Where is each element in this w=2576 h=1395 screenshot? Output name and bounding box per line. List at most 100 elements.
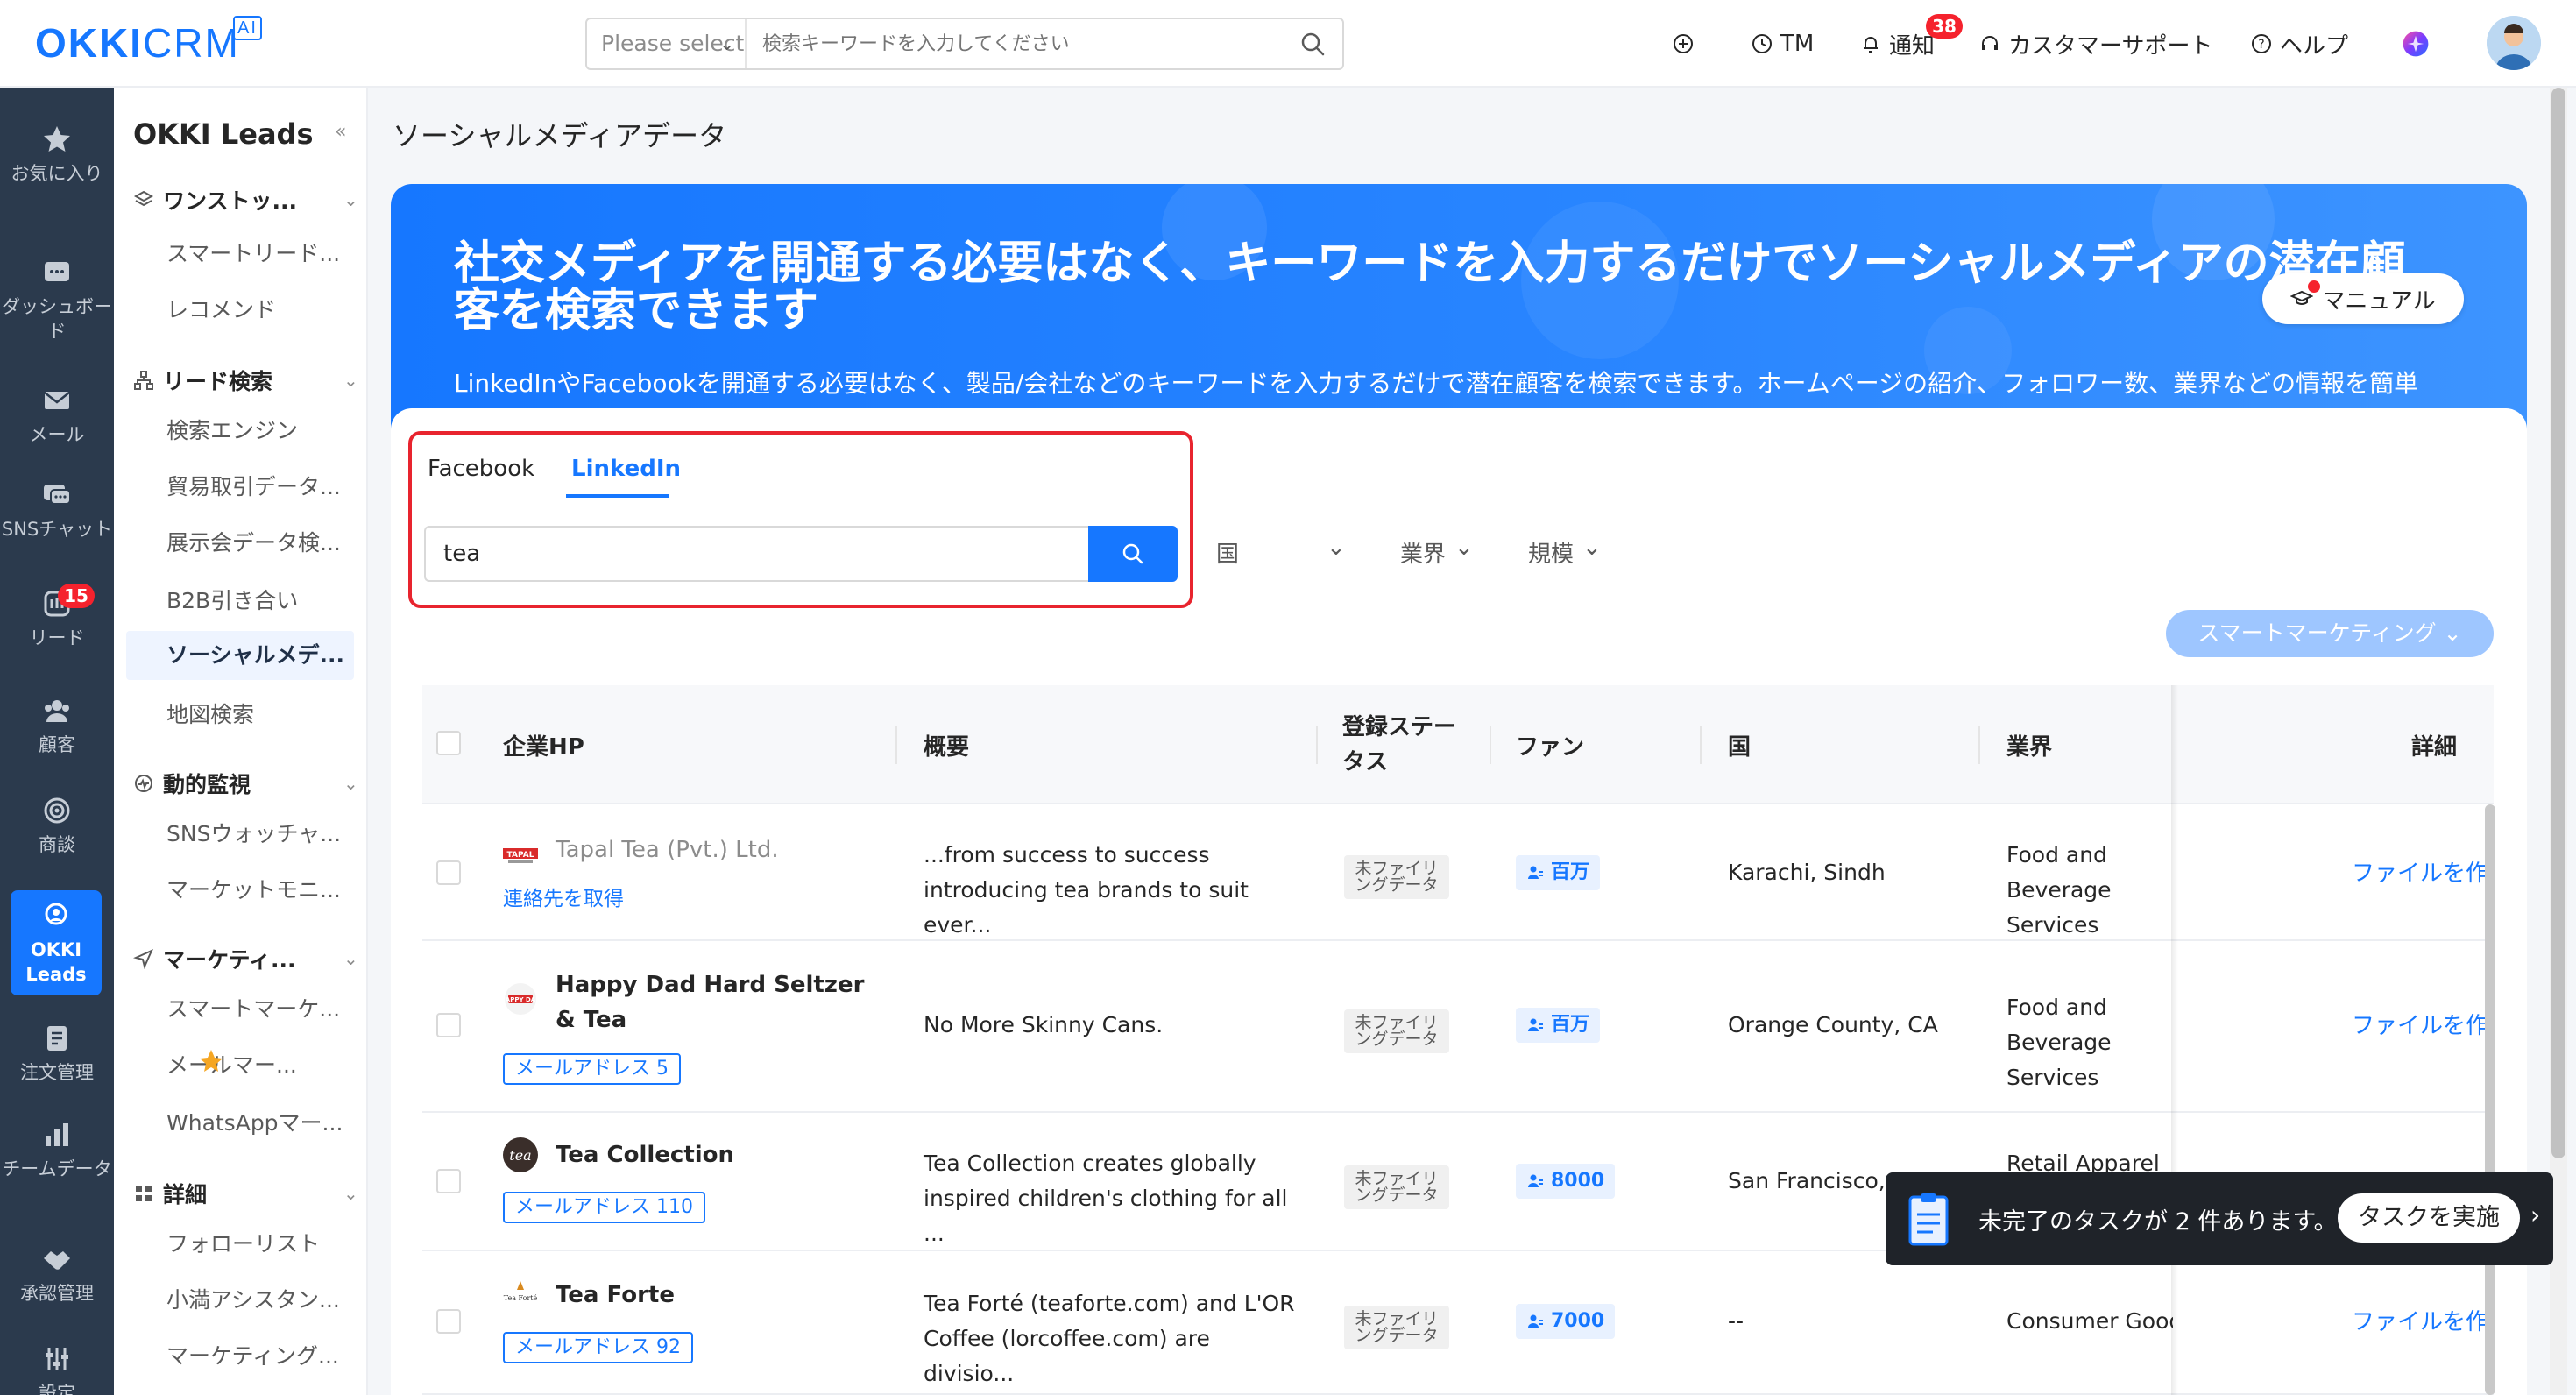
col-country[interactable]: 国 bbox=[1728, 729, 1751, 761]
tapal-logo-icon: TAPAL bbox=[503, 848, 538, 863]
nav-customers[interactable]: 顧客 bbox=[0, 694, 114, 757]
tm-button[interactable]: TM bbox=[1751, 26, 1814, 61]
keyword-search-button[interactable] bbox=[1088, 526, 1178, 582]
email-count-tag[interactable]: メールアドレス 92 bbox=[503, 1332, 693, 1363]
nav-deals[interactable]: 商談 bbox=[0, 794, 114, 857]
subnav-group-details[interactable]: 詳細 ⌄ bbox=[133, 1178, 358, 1209]
mail-icon bbox=[44, 392, 70, 409]
tab-linkedin[interactable]: LinkedIn bbox=[571, 456, 681, 482]
create-file-link[interactable]: ファイルを作成 bbox=[2352, 1304, 2492, 1336]
nav-favorites[interactable]: お気に入り bbox=[0, 123, 114, 186]
star-icon bbox=[44, 126, 70, 152]
okki-crm-logo[interactable]: OKKICRM AI bbox=[35, 16, 262, 67]
filter-scale[interactable]: 規模 ⌄ bbox=[1528, 535, 1602, 569]
registration-status: 未ファイリングデータ bbox=[1344, 1306, 1449, 1349]
subnav-item-assistant[interactable]: 小満アシスタン... bbox=[166, 1283, 340, 1314]
user-avatar[interactable] bbox=[2487, 16, 2541, 70]
subnav-item-smart-leads[interactable]: スマートリード... bbox=[166, 237, 340, 268]
create-file-link[interactable]: ファイルを作成 bbox=[2352, 855, 2492, 888]
subnav-group-lead-search[interactable]: リード検索 ⌄ bbox=[133, 365, 358, 396]
row-checkbox[interactable] bbox=[436, 1169, 461, 1193]
support-label: カスタマーサポート bbox=[2008, 32, 2213, 60]
keyword-search-input[interactable]: tea bbox=[424, 526, 1090, 582]
table-scrollbar[interactable] bbox=[2485, 804, 2495, 1395]
nav-leads[interactable]: リード bbox=[0, 587, 114, 650]
add-button[interactable] bbox=[1672, 26, 1695, 61]
company-name[interactable]: Tea Forte bbox=[556, 1278, 675, 1313]
row-checkbox[interactable] bbox=[436, 860, 461, 885]
subnav-item-social-media[interactable]: ソーシャルメデ... bbox=[126, 631, 354, 680]
bell-icon bbox=[1864, 37, 1878, 53]
ai-assistant-button[interactable] bbox=[2401, 26, 2431, 61]
fans-badge: 百万 bbox=[1516, 1008, 1601, 1043]
smart-marketing-button[interactable]: スマートマーケティング ⌄ bbox=[2166, 610, 2494, 657]
customer-support-button[interactable]: カスタマーサポート bbox=[1978, 26, 2212, 61]
subnav-group-monitoring[interactable]: 動的監視 ⌄ bbox=[133, 768, 358, 799]
col-industry[interactable]: 業界 bbox=[2006, 729, 2052, 761]
subnav-item-marketing-more[interactable]: マーケティング... bbox=[166, 1339, 339, 1370]
email-count-tag[interactable]: メールアドレス 5 bbox=[503, 1053, 681, 1085]
tea-forte-logo-icon: Tea Forté bbox=[504, 1281, 537, 1302]
manual-label: マニュアル bbox=[2322, 287, 2436, 315]
banner-heading: 社交メディアを開通する必要はなく、キーワードを入力するだけでソーシャルメディアの… bbox=[454, 237, 2406, 337]
create-file-link[interactable]: ファイルを作成 bbox=[2352, 1008, 2492, 1040]
col-fans[interactable]: ファン bbox=[1516, 729, 1584, 761]
filter-industry[interactable]: 業界 ⌄ bbox=[1400, 535, 1474, 569]
company-country: Karachi, Sindh bbox=[1728, 860, 1886, 885]
do-tasks-button[interactable]: タスクを実施 bbox=[2338, 1193, 2520, 1243]
select-all-checkbox[interactable] bbox=[436, 731, 461, 755]
subnav-group-marketing[interactable]: マーケティ... ⌄ bbox=[133, 943, 358, 974]
nav-approvals[interactable]: 承認管理 bbox=[0, 1243, 114, 1306]
chevron-right-icon[interactable]: › bbox=[2530, 1200, 2540, 1229]
subnav-item-map-search[interactable]: 地図検索 bbox=[166, 698, 254, 729]
nav-settings[interactable]: 設定 bbox=[0, 1342, 114, 1395]
collapse-sidebar-icon[interactable]: « bbox=[335, 121, 346, 143]
subnav-item-mail-marketing[interactable]: メールマー... bbox=[166, 1048, 297, 1080]
nav-customers-label: 顧客 bbox=[39, 734, 75, 755]
fans-badge: 百万 bbox=[1516, 855, 1601, 890]
subnav-item-search-engine[interactable]: 検索エンジン bbox=[166, 414, 298, 445]
search-icon[interactable] bbox=[1299, 30, 1327, 58]
page-scrollbar-thumb[interactable] bbox=[2551, 88, 2565, 1158]
nav-orders[interactable]: 注文管理 bbox=[0, 1022, 114, 1085]
subnav-item-exhibition-data[interactable]: 展示会データ検... bbox=[166, 526, 341, 557]
subnav-item-trade-data[interactable]: 貿易取引データ... bbox=[166, 470, 341, 501]
subnav-item-market-monitor[interactable]: マーケットモニ... bbox=[166, 873, 341, 904]
help-button[interactable]: ? ヘルプ bbox=[2250, 26, 2348, 61]
nav-sns-chat[interactable]: SNSチャット bbox=[0, 478, 114, 542]
nav-mail[interactable]: メール bbox=[0, 384, 114, 447]
send-icon bbox=[133, 949, 153, 969]
manual-button[interactable]: マニュアル bbox=[2262, 273, 2464, 324]
col-summary[interactable]: 概要 bbox=[924, 729, 969, 761]
notification-button[interactable]: 通知 bbox=[1859, 26, 1935, 61]
tab-facebook[interactable]: Facebook bbox=[428, 456, 534, 482]
row-checkbox[interactable] bbox=[436, 1309, 461, 1334]
company-name[interactable]: Tea Collection bbox=[556, 1137, 734, 1172]
subnav-item-sns-watcher[interactable]: SNSウォッチャ... bbox=[166, 817, 341, 848]
company-name[interactable]: Happy Dad Hard Seltzer & Tea bbox=[556, 967, 888, 1037]
subnav-item-recommend[interactable]: レコメンド bbox=[166, 293, 276, 324]
help-icon: ? bbox=[2252, 34, 2271, 53]
nav-team-data[interactable]: チームデータ bbox=[0, 1118, 114, 1181]
subnav-group-one-stop[interactable]: ワンストッ... ⌄ bbox=[133, 184, 358, 216]
nav-dashboard[interactable]: ダッシュボード bbox=[0, 256, 114, 343]
chevron-down-icon: ⌄ bbox=[343, 773, 358, 794]
chevron-down-icon: ⌄ bbox=[343, 189, 358, 210]
favorite-star-icon[interactable] bbox=[198, 1048, 224, 1074]
global-search-input[interactable] bbox=[762, 19, 1288, 68]
subnav-item-follow-list[interactable]: フォローリスト bbox=[166, 1227, 320, 1258]
row-checkbox[interactable] bbox=[436, 1013, 461, 1037]
get-contacts-link[interactable]: 連絡先を取得 bbox=[503, 882, 624, 917]
col-company[interactable]: 企業HP bbox=[503, 729, 584, 761]
filter-country[interactable]: 国 ⌄ bbox=[1216, 535, 1346, 569]
subnav-item-whatsapp-marketing[interactable]: WhatsAppマー... bbox=[166, 1106, 343, 1137]
logo-ai-badge: AI bbox=[233, 16, 262, 40]
col-status[interactable]: 登録ステータス bbox=[1342, 710, 1474, 780]
subnav-item-b2b-inquiry[interactable]: B2B引き合い bbox=[166, 584, 298, 615]
company-name[interactable]: Tapal Tea (Pvt.) Ltd. bbox=[556, 832, 779, 867]
search-scope-select[interactable]: Please select ⌄ bbox=[587, 19, 747, 68]
search-icon bbox=[1122, 543, 1143, 564]
email-count-tag[interactable]: メールアドレス 110 bbox=[503, 1192, 705, 1223]
subnav-item-smart-marketing[interactable]: スマートマーケ... bbox=[166, 992, 340, 1023]
nav-okki-leads[interactable]: OKKI Leads bbox=[11, 890, 102, 995]
